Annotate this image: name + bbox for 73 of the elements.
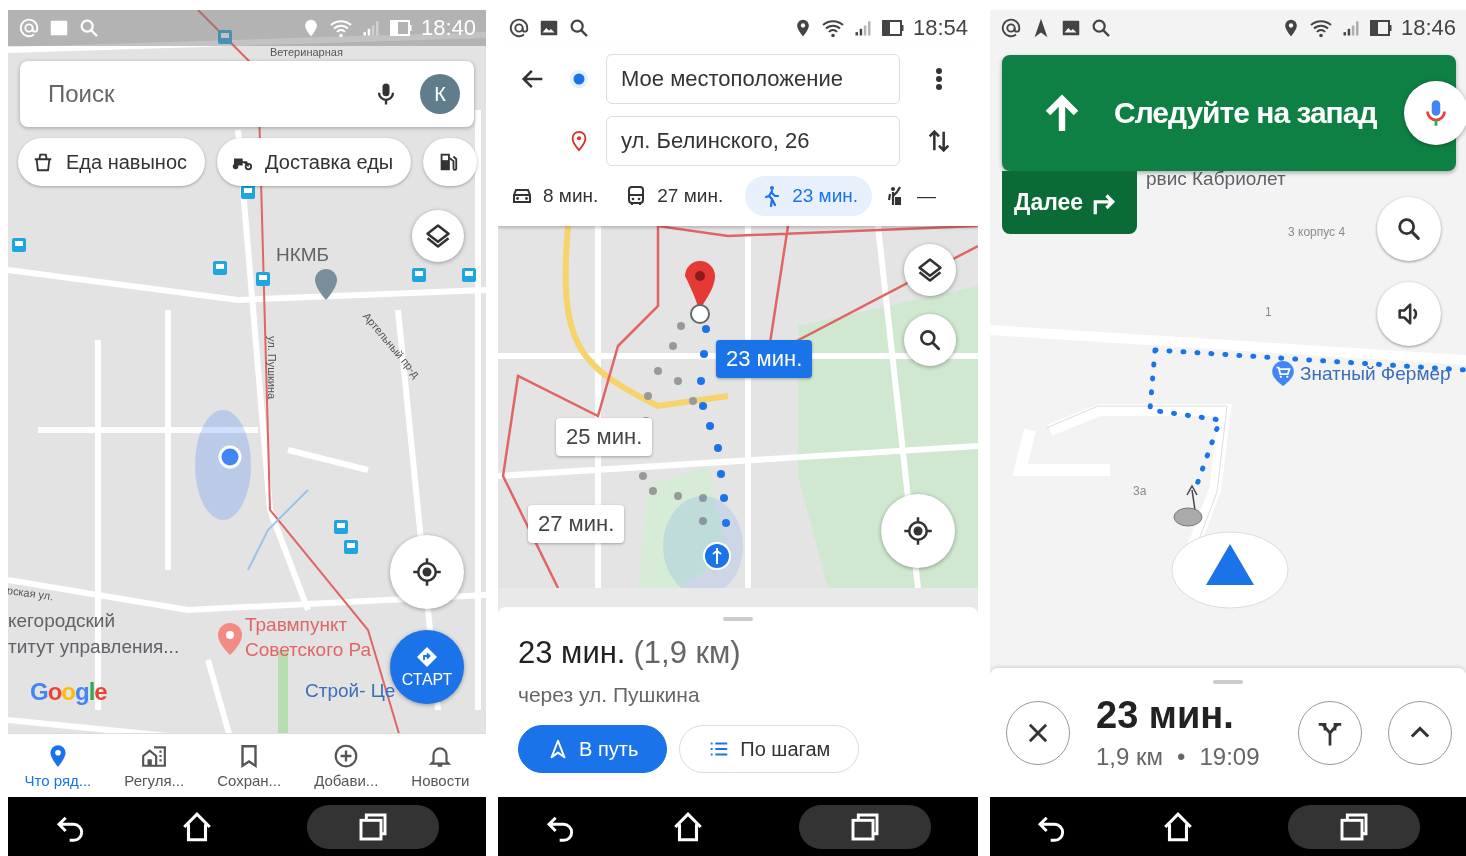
nav-tab[interactable]: Регуля... (122, 743, 187, 789)
search-icon (78, 17, 100, 39)
travel-mode-tab[interactable]: 27 мин. (620, 176, 738, 216)
start-marker (1173, 507, 1203, 527)
map-label: 3 корпус 4 (1288, 226, 1346, 239)
search-field[interactable]: Поиск К (20, 61, 474, 127)
clock-time: 18:46 (1400, 15, 1456, 41)
building-icon (141, 743, 168, 769)
next-step-button[interactable]: Далее (1002, 171, 1137, 234)
category-chip[interactable]: Доставка еды (217, 138, 412, 186)
map-label: 3а (1133, 485, 1147, 498)
add-icon (333, 743, 360, 769)
street-label: ул. Пушкина (265, 336, 278, 400)
separator-dot: • (1177, 743, 1186, 771)
map-label: НКМБ (276, 248, 330, 261)
at-icon (508, 17, 530, 39)
travel-mode-tab[interactable]: 8 мин. (506, 176, 613, 216)
map-label: Советского Ра (245, 643, 372, 656)
layers-icon (424, 222, 452, 250)
route-via: через ул. Пушкина (518, 683, 701, 707)
category-chip[interactable]: Еда навынос (18, 138, 206, 186)
nav-tab[interactable]: Новости (409, 743, 472, 789)
route-time-label[interactable]: 23 мин. (716, 340, 813, 378)
bus-stop-icon (462, 268, 476, 282)
origin-field[interactable]: Мое местоположение (606, 54, 900, 104)
more-icon[interactable] (936, 67, 942, 91)
nav-tab[interactable]: Добави... (312, 743, 381, 789)
layers-icon (916, 256, 944, 284)
route-duration: 23 мин. (518, 635, 626, 671)
at-icon (18, 17, 40, 39)
search-icon (568, 17, 590, 39)
eta-duration: 23 мин. (1096, 694, 1235, 737)
travel-mode-tab[interactable]: 23 мин. (745, 176, 873, 216)
account-avatar[interactable]: К (420, 74, 460, 114)
locate-icon (412, 557, 442, 587)
bag-icon (32, 151, 54, 173)
directions-icon (415, 645, 439, 669)
bus-stop-icon (218, 30, 232, 44)
route-distance: (1,9 км) (633, 635, 741, 671)
route-time-label[interactable]: 27 мин. (528, 505, 625, 543)
nav-tab[interactable]: Что ряд... (22, 743, 94, 789)
bus-stop-icon (344, 540, 358, 554)
place-pin-icon (315, 269, 337, 300)
street-label: Ветеринарная (270, 46, 343, 59)
nav-tab[interactable]: Сохран... (215, 743, 284, 789)
search-icon (1090, 17, 1112, 39)
bus-stop-icon (213, 261, 227, 275)
steps-button[interactable]: По шагам (679, 725, 860, 773)
origin-dot-icon (568, 68, 590, 90)
search-icon (917, 327, 943, 353)
locate-icon (903, 516, 933, 546)
route-time-label[interactable]: 25 мин. (556, 418, 653, 456)
clock-time: 18:40 (420, 15, 476, 41)
search-icon (1395, 215, 1423, 243)
place-pin-icon (218, 623, 242, 655)
start-navigation-button[interactable]: В путь (518, 725, 668, 773)
travel-mode-tab[interactable]: — (880, 176, 951, 216)
direction-arrow-icon (1186, 484, 1198, 511)
map-label: 1 (1265, 306, 1272, 319)
instruction-text: Следуйте на запад (1114, 96, 1377, 130)
map-label: Знатный Фермер (1270, 360, 1451, 386)
clock-time: 18:54 (912, 15, 968, 41)
voice-search-button[interactable] (1404, 81, 1466, 145)
eta-distance: 1,9 км (1096, 743, 1164, 771)
cart-pin-icon (1270, 360, 1296, 386)
google-logo: Google (30, 678, 107, 706)
bus-stop-icon (334, 520, 348, 534)
destination-field[interactable]: ул. Белинского, 26 (606, 116, 900, 166)
arrival-time: 19:09 (1199, 743, 1260, 771)
bus-stop-icon (412, 268, 426, 282)
at-icon (1000, 17, 1022, 39)
bus-stop-icon (12, 238, 26, 252)
bus-stop-icon (256, 272, 270, 286)
